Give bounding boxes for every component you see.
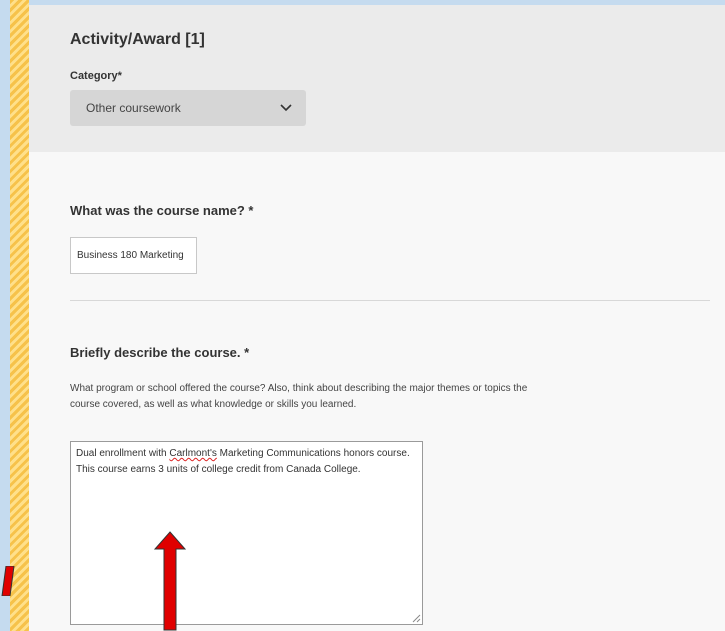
- course-name-input[interactable]: Business 180 Marketing: [70, 237, 197, 274]
- activity-form: Activity/Award [1] Category* Other cours…: [29, 5, 725, 631]
- decorative-stripe: [10, 0, 29, 631]
- course-description-textarea[interactable]: Dual enrollment with Carlmont's Marketin…: [70, 441, 423, 625]
- activity-title: Activity/Award [1]: [70, 31, 205, 48]
- red-arrow-annotation-partial-icon: [1, 566, 15, 596]
- misspelled-word: Carlmont's: [169, 448, 217, 459]
- category-label: Category*: [70, 70, 122, 82]
- category-select[interactable]: Other coursework: [70, 90, 306, 126]
- course-name-question: What was the course name? *: [70, 203, 254, 218]
- resize-handle-icon[interactable]: [412, 614, 421, 623]
- section-divider: [70, 300, 710, 301]
- category-selected-value: Other coursework: [86, 101, 181, 115]
- textarea-text-part1: Dual enrollment with: [76, 448, 170, 459]
- course-description-question: Briefly describe the course. *: [70, 345, 250, 360]
- chevron-down-icon: [280, 104, 292, 112]
- activity-header: Activity/Award [1] Category* Other cours…: [29, 5, 725, 152]
- course-description-help: What program or school offered the cours…: [70, 383, 528, 410]
- red-arrow-annotation-icon: [154, 531, 186, 631]
